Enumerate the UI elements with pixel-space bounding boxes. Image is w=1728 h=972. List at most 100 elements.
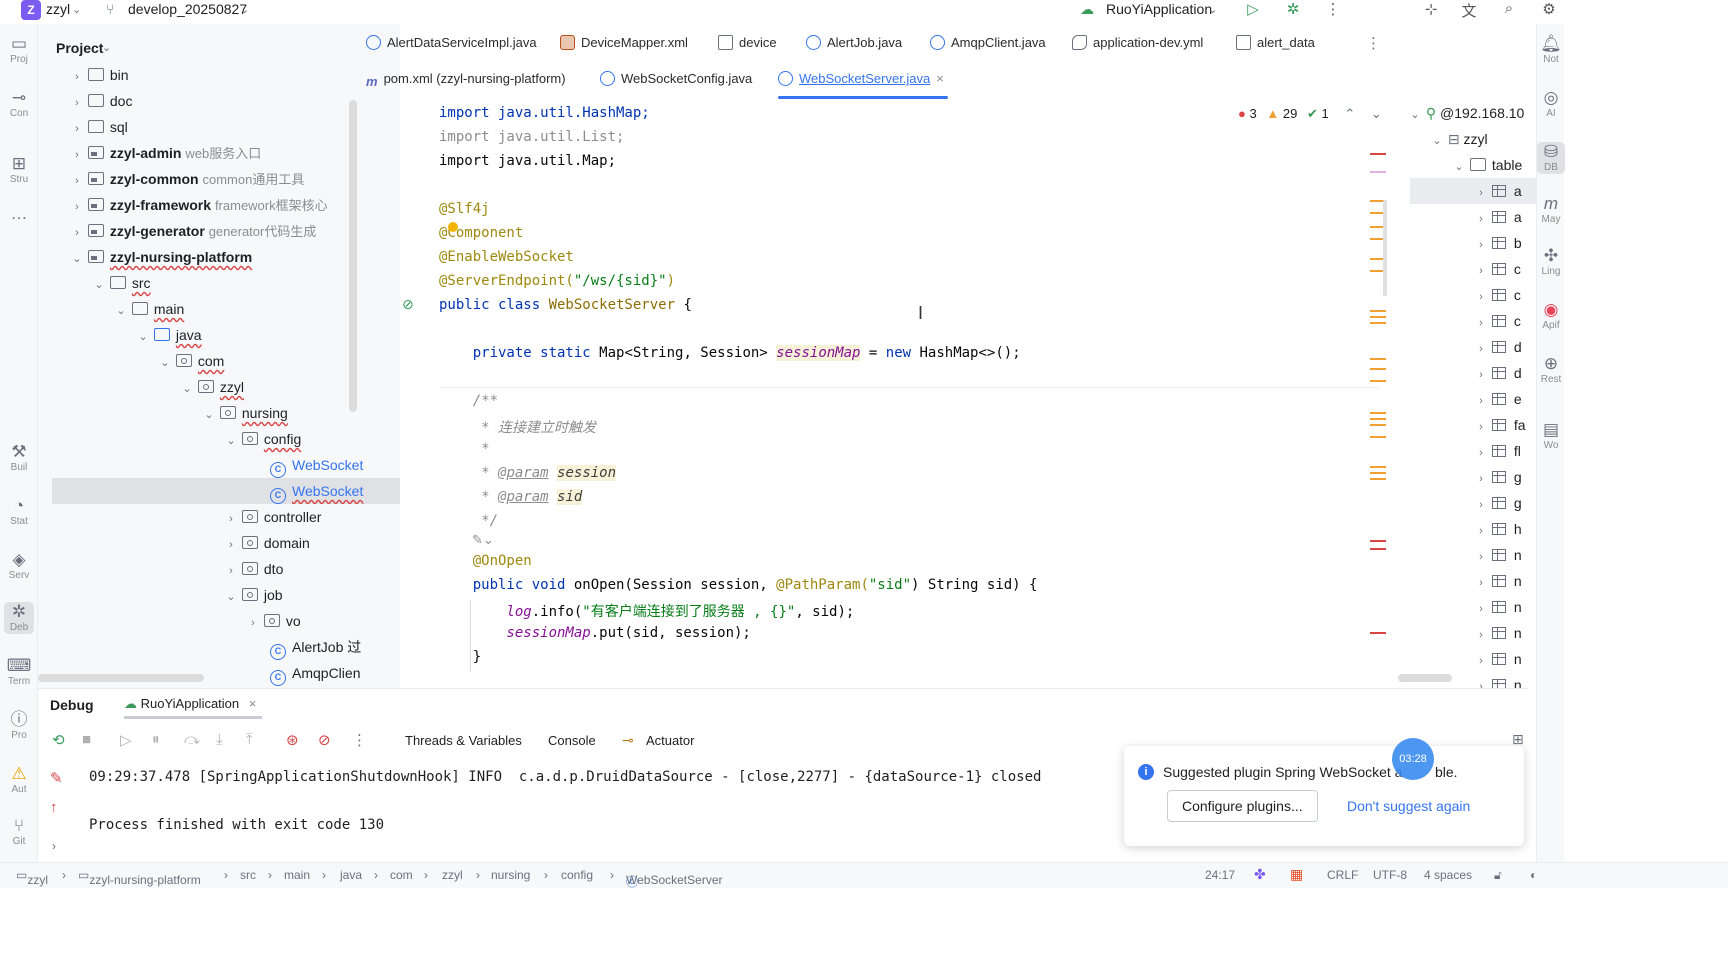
chevron-down-icon[interactable]: ⌄: [202, 402, 216, 428]
chevron-right-icon[interactable]: ›: [1474, 570, 1488, 596]
dont-suggest-again-link[interactable]: Don't suggest again: [1347, 798, 1470, 814]
windows-icon[interactable]: ▦: [1290, 866, 1303, 883]
db-table-row[interactable]: › a: [1474, 204, 1522, 230]
more-tabs-icon[interactable]: ⋮: [1366, 34, 1381, 52]
tree-item-com[interactable]: ⌄ com: [158, 348, 224, 374]
chevron-down-icon[interactable]: ⌄: [1371, 106, 1382, 121]
chevron-right-icon[interactable]: ›: [224, 532, 238, 558]
resume-icon[interactable]: ▷: [120, 731, 132, 749]
more-tools-button[interactable]: …: [0, 204, 38, 224]
tab-alert-job[interactable]: AlertJob.java: [806, 26, 902, 60]
tree-item-main[interactable]: ⌄ main: [114, 296, 184, 322]
chevron-right-icon[interactable]: ›: [1474, 232, 1488, 258]
stop-icon[interactable]: ■: [82, 731, 91, 748]
chevron-right-icon[interactable]: ›: [70, 168, 84, 194]
db-table-row[interactable]: › g: [1474, 464, 1522, 490]
error-stripe-marker[interactable]: [1370, 153, 1386, 155]
tab-websocket-server[interactable]: WebSocketServer.java ×: [778, 62, 948, 99]
chevron-down-icon[interactable]: ⌄: [1208, 3, 1217, 16]
tree-item-websocket-config[interactable]: C WebSocket: [270, 452, 400, 478]
chevron-right-icon[interactable]: ›: [52, 839, 56, 853]
chevron-right-icon[interactable]: ›: [1474, 440, 1488, 466]
terminal-tool-button[interactable]: ⌨ Term: [0, 656, 38, 688]
tab-pom-xml[interactable]: m pom.xml (zzyl-nursing-platform): [366, 62, 566, 96]
more-icon[interactable]: ⋮: [1322, 0, 1344, 20]
warning-stripe-marker[interactable]: [1370, 472, 1386, 474]
view-breakpoints-icon[interactable]: ⊛: [286, 731, 299, 749]
breadcrumb-item[interactable]: main: [284, 868, 310, 882]
structure-tool-button[interactable]: ⊞ Stru: [0, 154, 38, 186]
tab-websocket-config[interactable]: WebSocketConfig.java: [600, 62, 752, 96]
db-table-row[interactable]: › a: [1410, 178, 1536, 204]
warning-stripe-marker[interactable]: [1370, 478, 1386, 480]
run-config-selector[interactable]: RuoYiApplication: [1106, 1, 1212, 17]
chevron-right-icon[interactable]: ›: [1474, 362, 1488, 388]
apifox-tool-button[interactable]: ◉ Apif: [1537, 300, 1565, 332]
indent-setting[interactable]: 4 spaces: [1424, 868, 1472, 882]
db-hscrollbar[interactable]: [1398, 674, 1452, 682]
chevron-right-icon[interactable]: ›: [1474, 466, 1488, 492]
warning-stripe-marker[interactable]: [1370, 424, 1386, 426]
breadcrumb-item[interactable]: ▭ zzyl: [16, 868, 48, 887]
error-stripe-marker[interactable]: [1370, 540, 1386, 542]
db-table-row[interactable]: › c: [1474, 308, 1521, 334]
debug-session-tab[interactable]: ☁ RuoYiApplication ×: [124, 689, 263, 719]
chevron-down-icon[interactable]: ⌄: [180, 376, 194, 402]
breadcrumb-item[interactable]: config: [561, 868, 593, 882]
breadcrumb-item[interactable]: zzyl: [442, 868, 463, 882]
chevron-down-icon[interactable]: ⌄: [70, 246, 84, 272]
db-connection[interactable]: ⌄ ⚲ @192.168.10: [1408, 100, 1524, 126]
bean-gutter-icon[interactable]: ⊘: [402, 296, 414, 313]
debug-tool-button[interactable]: ✲ Deb: [4, 602, 34, 634]
tree-item-dto[interactable]: › dto: [224, 556, 283, 582]
chevron-up-icon[interactable]: ⌃: [1344, 106, 1355, 121]
maven-tool-button[interactable]: m May: [1537, 194, 1565, 226]
search-icon[interactable]: ⌕: [1498, 0, 1520, 20]
chevron-right-icon[interactable]: ›: [70, 90, 84, 116]
chevron-right-icon[interactable]: ›: [1474, 414, 1488, 440]
tree-item-controller[interactable]: › controller: [224, 504, 321, 530]
chevron-right-icon[interactable]: ›: [1474, 206, 1488, 232]
breadcrumb-item[interactable]: src: [240, 868, 256, 882]
chevron-right-icon[interactable]: ›: [1474, 388, 1488, 414]
db-table-row[interactable]: › b: [1474, 230, 1522, 256]
database-tool-button[interactable]: ⛁ DB: [1537, 142, 1565, 174]
scroll-to-top-icon[interactable]: ↑: [50, 799, 58, 816]
tree-item-doc[interactable]: › doc: [70, 88, 132, 114]
tree-item-websocket-server[interactable]: C WebSocket: [52, 478, 400, 504]
rerun-icon[interactable]: ⟲: [52, 731, 65, 749]
chevron-right-icon[interactable]: ›: [70, 194, 84, 220]
chevron-down-icon[interactable]: ⌄: [72, 3, 81, 16]
build-tool-button[interactable]: ⚒ Buil: [0, 442, 38, 474]
chevron-right-icon[interactable]: ›: [224, 558, 238, 584]
warning-stripe-marker[interactable]: [1370, 418, 1386, 420]
run-icon[interactable]: ▷: [1242, 0, 1264, 20]
db-table-row[interactable]: › d: [1474, 360, 1522, 386]
tab-alert-data-service-impl[interactable]: AlertDataServiceImpl.java: [366, 26, 537, 60]
chevron-down-icon[interactable]: ⌄: [158, 350, 172, 376]
chevron-right-icon[interactable]: ›: [1474, 544, 1488, 570]
error-stripe-marker[interactable]: [1370, 632, 1386, 634]
tab-console[interactable]: Console: [548, 733, 596, 748]
tree-item-zzyl-generator[interactable]: › zzyl-generator generator代码生成: [70, 218, 316, 244]
lingma-tool-button[interactable]: ✣ Ling: [1537, 246, 1565, 278]
warning-stripe-marker[interactable]: [1370, 322, 1386, 324]
chevron-right-icon[interactable]: ›: [246, 610, 260, 636]
chevron-down-icon[interactable]: ⌄: [240, 3, 249, 16]
warning-stripe-marker[interactable]: [1370, 380, 1386, 382]
commit-tool-button[interactable]: ⊸ Con: [0, 88, 38, 120]
chevron-right-icon[interactable]: ›: [1474, 622, 1488, 648]
tree-item-java[interactable]: ⌄ java: [136, 322, 201, 348]
chevron-right-icon[interactable]: ›: [1474, 310, 1488, 336]
add-user-icon[interactable]: ⊹: [1420, 0, 1442, 20]
db-table-row[interactable]: › e: [1474, 386, 1522, 412]
chevron-down-icon[interactable]: ⌄: [224, 428, 238, 454]
caret-position[interactable]: 24:17: [1205, 868, 1235, 882]
chevron-down-icon[interactable]: ⌄: [114, 298, 128, 324]
chevron-right-icon[interactable]: ›: [224, 506, 238, 532]
chevron-right-icon[interactable]: ›: [70, 64, 84, 90]
db-table-row[interactable]: › d: [1474, 334, 1522, 360]
chevron-right-icon[interactable]: ›: [70, 220, 84, 246]
configure-plugins-button[interactable]: Configure plugins...: [1167, 790, 1318, 822]
tab-threads-variables[interactable]: Threads & Variables: [405, 733, 522, 748]
